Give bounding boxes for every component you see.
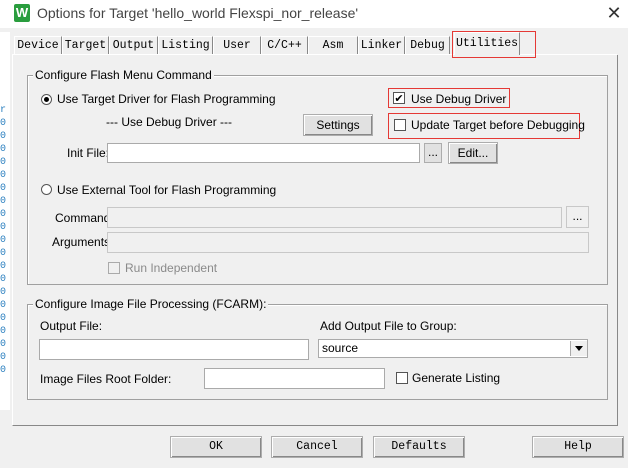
- output-file-label: Output File:: [40, 319, 103, 333]
- app-icon: W: [14, 4, 30, 22]
- root-folder-label: Image Files Root Folder:: [40, 372, 172, 386]
- update-target-checkbox[interactable]: [394, 119, 406, 131]
- background-code-char: 0: [0, 131, 7, 142]
- check-icon: ✔: [394, 93, 404, 105]
- background-code-char: 0: [0, 235, 7, 246]
- run-independent-checkbox[interactable]: [108, 262, 120, 274]
- title-bar: W Options for Target 'hello_world Flexsp…: [0, 0, 628, 28]
- arguments-label: Arguments:: [52, 235, 114, 249]
- close-icon[interactable]: ✕: [603, 2, 625, 24]
- cancel-button[interactable]: Cancel: [271, 436, 363, 458]
- add-output-group-label: Add Output File to Group:: [320, 319, 457, 333]
- generate-listing-checkbox[interactable]: [396, 372, 408, 384]
- use-debug-driver-label: Use Debug Driver: [411, 92, 507, 106]
- root-folder-input[interactable]: [204, 368, 385, 389]
- background-code-char: r: [0, 105, 7, 116]
- tab-utilities[interactable]: Utilities: [454, 32, 520, 55]
- background-code-char: 0: [0, 170, 7, 181]
- tab-debug[interactable]: Debug: [405, 36, 450, 54]
- use-external-tool-radio[interactable]: [41, 184, 52, 195]
- flash-menu-group: [27, 75, 608, 285]
- arguments-input[interactable]: [107, 232, 589, 253]
- background-code-char: 0: [0, 222, 7, 233]
- edit-button[interactable]: Edit...: [448, 142, 498, 164]
- ok-button[interactable]: OK: [170, 436, 262, 458]
- chevron-down-icon[interactable]: [570, 341, 587, 356]
- background-code-char: 0: [0, 274, 7, 285]
- tab-user[interactable]: User: [213, 36, 261, 54]
- background-code-char: 0: [0, 196, 7, 207]
- add-output-group-select[interactable]: source: [318, 339, 588, 358]
- driver-name-text: --- Use Debug Driver ---: [106, 115, 233, 129]
- background-code-strip: r 0 0 0 0 0 0 0 0 0 0 0 0 0 0 0 0 0 0 0 0: [0, 32, 10, 410]
- run-independent-label: Run Independent: [125, 261, 218, 275]
- background-code-char: 0: [0, 326, 7, 337]
- settings-button[interactable]: Settings: [303, 114, 373, 136]
- generate-listing-label: Generate Listing: [412, 371, 501, 385]
- use-debug-driver-checkbox[interactable]: ✔: [393, 92, 405, 105]
- background-code-char: 0: [0, 287, 7, 298]
- background-code-char: 0: [0, 313, 7, 324]
- init-file-label: Init File:: [67, 146, 110, 160]
- update-target-label: Update Target before Debugging: [411, 118, 585, 132]
- background-code-char: 0: [0, 261, 7, 272]
- image-group-title: Configure Image File Processing (FCARM):: [33, 297, 269, 311]
- help-button[interactable]: Help: [532, 436, 624, 458]
- background-code-char: 0: [0, 157, 7, 168]
- use-target-driver-label: Use Target Driver for Flash Programming: [57, 92, 276, 106]
- background-code-char: 0: [0, 209, 7, 220]
- tab-output[interactable]: Output: [109, 36, 158, 54]
- background-code-char: 0: [0, 352, 7, 363]
- command-input[interactable]: [107, 207, 562, 228]
- flash-group-title: Configure Flash Menu Command: [33, 68, 214, 82]
- background-code-char: 0: [0, 118, 7, 129]
- use-target-driver-radio[interactable]: [41, 94, 52, 105]
- background-code-char: 0: [0, 183, 7, 194]
- add-output-group-value: source: [322, 341, 359, 355]
- defaults-button[interactable]: Defaults: [373, 436, 465, 458]
- tab-target[interactable]: Target: [62, 36, 109, 54]
- background-code-char: 0: [0, 339, 7, 350]
- init-file-browse-button[interactable]: ...: [424, 143, 442, 163]
- init-file-input[interactable]: [107, 143, 420, 163]
- tab-listing[interactable]: Listing: [158, 36, 213, 54]
- tab-linker[interactable]: Linker: [358, 36, 405, 54]
- command-browse-button[interactable]: ...: [566, 206, 589, 228]
- window-title: Options for Target 'hello_world Flexspi_…: [37, 5, 359, 21]
- output-file-input[interactable]: [39, 339, 309, 360]
- background-code-char: 0: [0, 365, 7, 376]
- tab-device[interactable]: Device: [14, 36, 62, 54]
- background-code-char: 0: [0, 248, 7, 259]
- tab-asm[interactable]: Asm: [308, 36, 358, 54]
- use-external-tool-label: Use External Tool for Flash Programming: [57, 183, 277, 197]
- background-code-char: 0: [0, 144, 7, 155]
- background-code-char: 0: [0, 300, 7, 311]
- tab-c-cpp[interactable]: C/C++: [261, 36, 308, 54]
- command-label: Command:: [55, 211, 114, 225]
